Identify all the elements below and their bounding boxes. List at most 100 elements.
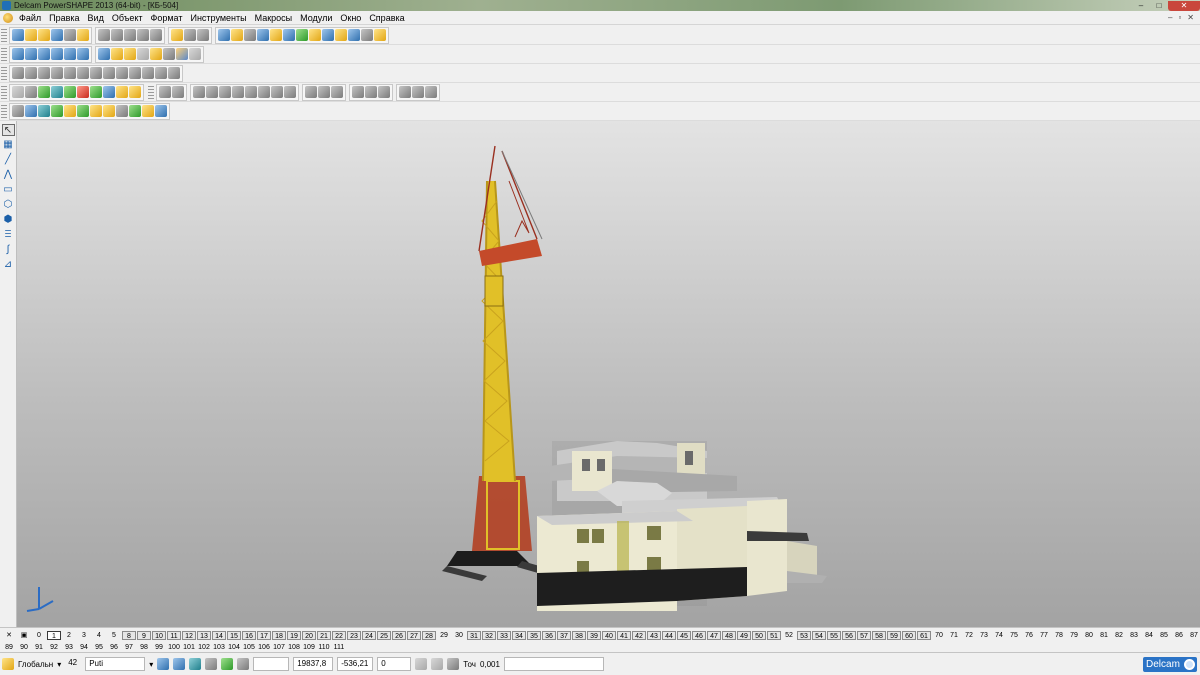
row3-tool-1-4-icon[interactable] [51,67,63,79]
level-84[interactable]: 84 [1142,631,1156,640]
doc-restore-button[interactable]: ▫ [1178,13,1181,22]
row2-tool-1-5-icon[interactable] [64,48,76,60]
level-10[interactable]: 10 [152,630,166,640]
row2-tool-1-3-icon[interactable] [38,48,50,60]
surface-tool-icon[interactable]: Ⲷ [2,229,15,241]
level-22[interactable]: 22 [332,630,346,640]
row5-tool-2-8-icon[interactable] [284,86,296,98]
level-13[interactable]: 13 [197,630,211,640]
level-78[interactable]: 78 [1052,631,1066,640]
row2-tool-1-6-icon[interactable] [77,48,89,60]
row3-tool-1-11-icon[interactable] [142,67,154,79]
row1-tool-4-9-icon[interactable] [322,29,334,41]
polygon-tool-icon[interactable]: ⬡ [2,199,15,211]
level-76[interactable]: 76 [1022,631,1036,640]
row4-tool-1-9-icon[interactable] [116,86,128,98]
row3-tool-1-12-icon[interactable] [155,67,167,79]
level-39[interactable]: 39 [587,630,601,640]
row6-tool-1-12-icon[interactable] [155,105,167,117]
row2-tool-1-1-icon[interactable] [12,48,24,60]
level-80[interactable]: 80 [1082,631,1096,640]
row1-tool-4-2-icon[interactable] [231,29,243,41]
level-72[interactable]: 72 [962,631,976,640]
graphics-viewport[interactable] [17,121,1200,627]
grid-icon[interactable] [237,658,250,670]
row6-tool-1-6-icon[interactable] [77,105,89,117]
workplane-selector[interactable]: Глобальн [18,660,53,669]
row1-tool-1-6-icon[interactable] [77,29,89,41]
row1-tool-4-11-icon[interactable] [348,29,360,41]
level-48[interactable]: 48 [722,630,736,640]
level-85[interactable]: 85 [1157,631,1171,640]
row3-tool-1-7-icon[interactable] [90,67,102,79]
row3-tool-1-1-icon[interactable] [12,67,24,79]
row2-grip[interactable] [1,47,7,61]
level-52[interactable]: 52 [782,631,796,640]
row3-tool-1-5-icon[interactable] [64,67,76,79]
row1-tool-1-4-icon[interactable] [51,29,63,41]
menu-view[interactable]: Вид [84,13,108,23]
menu-window[interactable]: Окно [336,13,365,23]
row1-tool-4-3-icon[interactable] [244,29,256,41]
row5-tool-4-3-icon[interactable] [378,86,390,98]
menu-tools[interactable]: Инструменты [186,13,250,23]
level-5[interactable]: 5 [107,631,121,640]
level-19[interactable]: 19 [287,630,301,640]
row3-tool-1-9-icon[interactable] [116,67,128,79]
calculator-icon[interactable] [415,658,428,670]
level-100[interactable]: 100 [167,643,181,652]
row4-grip[interactable] [1,85,7,99]
level-75[interactable]: 75 [1007,631,1021,640]
row5-tool-2-1-icon[interactable] [193,86,205,98]
row4-tool-1-5-icon[interactable] [64,86,76,98]
row4-tool-1-8-icon[interactable] [103,86,115,98]
row6-grip[interactable] [1,104,7,118]
row1-tool-4-12-icon[interactable] [361,29,373,41]
menu-modules[interactable]: Модули [296,13,336,23]
row4-tool-1-2-icon[interactable] [25,86,37,98]
level-102[interactable]: 102 [197,643,211,652]
row5-tool-3-2-icon[interactable] [318,86,330,98]
coord-z-field[interactable]: 0 [377,657,412,671]
level-1[interactable]: 1 [47,630,61,640]
level-104[interactable]: 104 [227,643,241,652]
solid-tool-icon[interactable]: ⬢ [2,214,15,226]
row1-tool-3-1-icon[interactable] [171,29,183,41]
level-81[interactable]: 81 [1097,631,1111,640]
level-98[interactable]: 98 [137,643,151,652]
row6-tool-1-9-icon[interactable] [116,105,128,117]
wireframe-view-icon[interactable] [205,658,218,670]
level-109[interactable]: 109 [302,643,316,652]
level-71[interactable]: 71 [947,631,961,640]
row2-tool-2-4-icon[interactable] [137,48,149,60]
level-35[interactable]: 35 [527,630,541,640]
level-47[interactable]: 47 [707,630,721,640]
row2-tool-2-1-icon[interactable] [98,48,110,60]
curve-tool-icon[interactable]: ∫ [2,244,15,256]
level-51[interactable]: 51 [767,630,781,640]
row1-grip[interactable] [1,28,7,42]
row3-tool-1-2-icon[interactable] [25,67,37,79]
level-99[interactable]: 99 [152,643,166,652]
line-tool-icon[interactable]: ╱ [2,154,15,166]
level-49[interactable]: 49 [737,630,751,640]
level-41[interactable]: 41 [617,630,631,640]
level-93[interactable]: 93 [62,643,76,652]
level-0[interactable]: 0 [32,631,46,640]
row6-tool-1-10-icon[interactable] [129,105,141,117]
level-4[interactable]: 4 [92,631,106,640]
cube-view-icon[interactable] [157,658,170,670]
level-96[interactable]: 96 [107,643,121,652]
row1-tool-2-2-icon[interactable] [111,29,123,41]
level-32[interactable]: 32 [482,630,496,640]
row6-tool-1-3-icon[interactable] [38,105,50,117]
level-24[interactable]: 24 [362,630,376,640]
wrench-icon[interactable] [2,658,14,670]
level-86[interactable]: 86 [1172,631,1186,640]
row2-tool-2-3-icon[interactable] [124,48,136,60]
row4-tool-1-4-icon[interactable] [51,86,63,98]
level-34[interactable]: 34 [512,630,526,640]
grid-field[interactable] [253,657,290,671]
menu-help[interactable]: Справка [365,13,408,23]
row6-tool-1-11-icon[interactable] [142,105,154,117]
